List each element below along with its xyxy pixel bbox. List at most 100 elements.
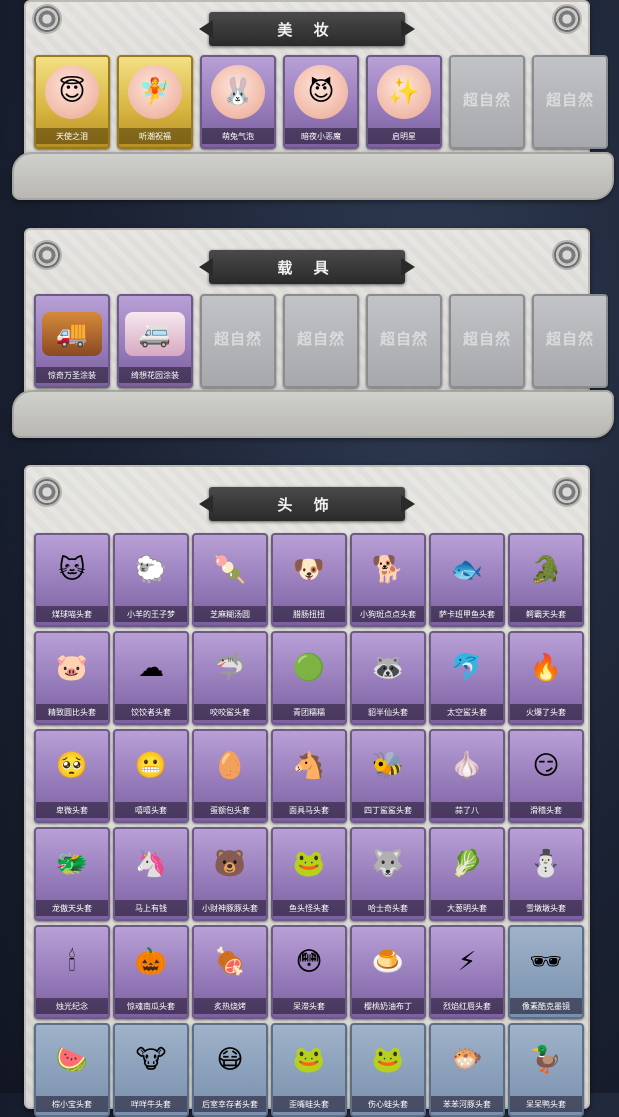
item-card[interactable]: 🥺 卑微头套 <box>34 729 110 823</box>
item-card[interactable]: 😇 天使之泪 <box>34 55 110 149</box>
item-name: 天使之泪 <box>36 128 108 144</box>
item-card[interactable]: 🐶 腊肠扭扭 <box>271 533 347 627</box>
item-card[interactable]: 🐸 鱼头怪头套 <box>271 827 347 921</box>
item-card[interactable]: 🐬 太空鲨头套 <box>429 631 505 725</box>
fire-head-icon: 🔥 <box>529 653 563 683</box>
gasmask-head-icon: 😷 <box>216 1045 244 1075</box>
item-card[interactable]: 🐸 伤心蛙头套 <box>350 1023 426 1117</box>
item-card[interactable]: 🐰 萌兔气泡 <box>200 55 276 149</box>
item-card[interactable]: 🐮 咩咩牛头套 <box>113 1023 189 1117</box>
item-name: 后室幸存者头套 <box>194 1096 266 1112</box>
item-card[interactable]: 🟢 青团糯糯 <box>271 631 347 725</box>
locked-item-card[interactable]: 超自然 <box>200 294 276 388</box>
pink-round-icon: 🐷 <box>55 653 89 683</box>
item-name: 太空鲨头套 <box>431 704 503 720</box>
item-name: 启明星 <box>368 128 440 144</box>
item-card[interactable]: 😈 暗夜小恶魔 <box>283 55 359 149</box>
locked-logo: 超自然 <box>462 91 512 109</box>
item-card[interactable]: 🐲 龙傲天头套 <box>34 827 110 921</box>
item-card[interactable]: 🔥 火爆了头套 <box>508 631 584 725</box>
item-card[interactable]: 🐟 萨卡班甲鱼头套 <box>429 533 505 627</box>
item-card[interactable]: 🍉 棕小宝头套 <box>34 1023 110 1117</box>
item-name: 苯苯河豚头套 <box>431 1096 503 1112</box>
item-name: 炙热烧烤 <box>194 998 266 1014</box>
item-grid: 🐱 煤球喵头套 🐑 小羊的王子梦 🍡 芝麻糊汤圆 🐶 腊肠扭扭 🐕 小狗斑点点头套 🐟 萨卡班甲鱼头套… <box>34 533 584 1117</box>
dog-head-icon: 🐶 <box>292 555 326 585</box>
item-name: 樱桃奶油布丁 <box>352 998 424 1014</box>
item-card[interactable]: 🎃 惊魂南瓜头套 <box>113 925 189 1019</box>
item-card[interactable]: 🐸 歪嘴蛙头套 <box>271 1023 347 1117</box>
item-card[interactable]: 🦝 貂半仙头套 <box>350 631 426 725</box>
item-card[interactable]: ☁ 饺饺者头套 <box>113 631 189 725</box>
item-card[interactable]: 🐱 煤球喵头套 <box>34 533 110 627</box>
cloud-dumpling-icon: ☁ <box>138 653 164 683</box>
fishman-head-icon: 🐸 <box>292 849 326 879</box>
raccoon-head-icon: 🦝 <box>371 653 405 683</box>
item-name: 萌兔气泡 <box>202 128 274 144</box>
item-card[interactable]: 😷 后室幸存者头套 <box>192 1023 268 1117</box>
item-card[interactable]: ⛄ 雪墩墩头套 <box>508 827 584 921</box>
locked-item-card[interactable]: 超自然 <box>449 294 525 388</box>
space-shark-icon: 🐬 <box>450 653 484 683</box>
item-card[interactable]: 😳 呆滞头套 <box>271 925 347 1019</box>
item-card[interactable]: ✨ 启明星 <box>366 55 442 149</box>
locked-logo: 超自然 <box>296 330 346 348</box>
item-name: 歪嘴蛙头套 <box>273 1096 345 1112</box>
item-card[interactable]: 🦈 咬咬鲨头套 <box>192 631 268 725</box>
duck-head-icon: 🦆 <box>529 1045 563 1075</box>
item-name: 咬咬鲨头套 <box>194 704 266 720</box>
item-name: 哈士奇头套 <box>352 900 424 916</box>
sad-frog-icon: 🐸 <box>371 1045 405 1075</box>
capybara-head-icon: 🐻 <box>213 849 247 879</box>
item-card[interactable]: ⚡ 烈焰红唇头套 <box>429 925 505 1019</box>
item-name: 卑微头套 <box>36 802 108 818</box>
item-row: 😇 天使之泪 🧚 听潮祝福 🐰 萌兔气泡 😈 暗夜小恶魔 ✨ 启明星 超自然 超自然 <box>34 55 608 149</box>
locked-item-card[interactable]: 超自然 <box>283 294 359 388</box>
section-title: 头 饰 <box>209 487 405 521</box>
pixel-sunglasses-icon: 🕶 <box>529 947 563 977</box>
scallion-head-icon: 🥬 <box>450 849 484 879</box>
item-card[interactable]: 🍖 炙热烧烤 <box>192 925 268 1019</box>
locked-item-card[interactable]: 超自然 <box>532 294 608 388</box>
locked-item-card[interactable]: 超自然 <box>449 55 525 149</box>
item-card[interactable]: 🐴 面具马头套 <box>271 729 347 823</box>
horse-head-icon: 🐴 <box>292 751 326 781</box>
item-card[interactable]: 🕶 像素酷克墨镜 <box>508 925 584 1019</box>
locked-item-card[interactable]: 超自然 <box>532 55 608 149</box>
item-card[interactable]: 🧚 听潮祝福 <box>117 55 193 149</box>
pudding-head-icon: 🍮 <box>371 947 405 977</box>
item-card[interactable]: 😏 滑稽头套 <box>508 729 584 823</box>
item-card[interactable]: 🧄 蒜了八 <box>429 729 505 823</box>
item-card[interactable]: 🐕 小狗斑点点头套 <box>350 533 426 627</box>
item-name: 小财神豚豚头套 <box>194 900 266 916</box>
garlic-head-icon: 🧄 <box>450 751 484 781</box>
item-card[interactable]: 🐝 四丁鲨鲨头套 <box>350 729 426 823</box>
item-card[interactable]: 😬 嘻嘻头套 <box>113 729 189 823</box>
item-card[interactable]: 🐺 哈士奇头套 <box>350 827 426 921</box>
emblem-icon <box>554 479 580 505</box>
item-card[interactable]: 🐑 小羊的王子梦 <box>113 533 189 627</box>
item-card[interactable]: 🍮 樱桃奶油布丁 <box>350 925 426 1019</box>
item-card[interactable]: 🥚 蛋额包头套 <box>192 729 268 823</box>
item-card[interactable]: 🦄 马上有钱 <box>113 827 189 921</box>
dumpling-icon: 🍡 <box>213 555 247 585</box>
locked-item-card[interactable]: 超自然 <box>366 294 442 388</box>
item-card[interactable]: 🚐 绮想花园涂装 <box>117 294 193 388</box>
item-card[interactable]: 🚚 惊奇万圣涂装 <box>34 294 110 388</box>
item-card[interactable]: 🐻 小财神豚豚头套 <box>192 827 268 921</box>
star-face-icon: ✨ <box>377 65 431 119</box>
section-title: 美 妆 <box>209 12 405 46</box>
emblem-icon <box>34 6 60 32</box>
item-card[interactable]: 🥬 大葱明头套 <box>429 827 505 921</box>
item-card[interactable]: 🐊 鳄霸天头套 <box>508 533 584 627</box>
item-name: 像素酷克墨镜 <box>510 998 582 1014</box>
snowman-head-icon: ⛄ <box>529 849 563 879</box>
item-card[interactable]: 🐡 苯苯河豚头套 <box>429 1023 505 1117</box>
item-name: 鱼头怪头套 <box>273 900 345 916</box>
spotted-dog-icon: 🐕 <box>371 555 405 585</box>
item-card[interactable]: 🐷 精致圆比头套 <box>34 631 110 725</box>
item-card[interactable]: 🕯 烛光纪念 <box>34 925 110 1019</box>
item-card[interactable]: 🦆 呆呆鸭头套 <box>508 1023 584 1117</box>
item-card[interactable]: 🍡 芝麻糊汤圆 <box>192 533 268 627</box>
husky-head-icon: 🐺 <box>371 849 405 879</box>
